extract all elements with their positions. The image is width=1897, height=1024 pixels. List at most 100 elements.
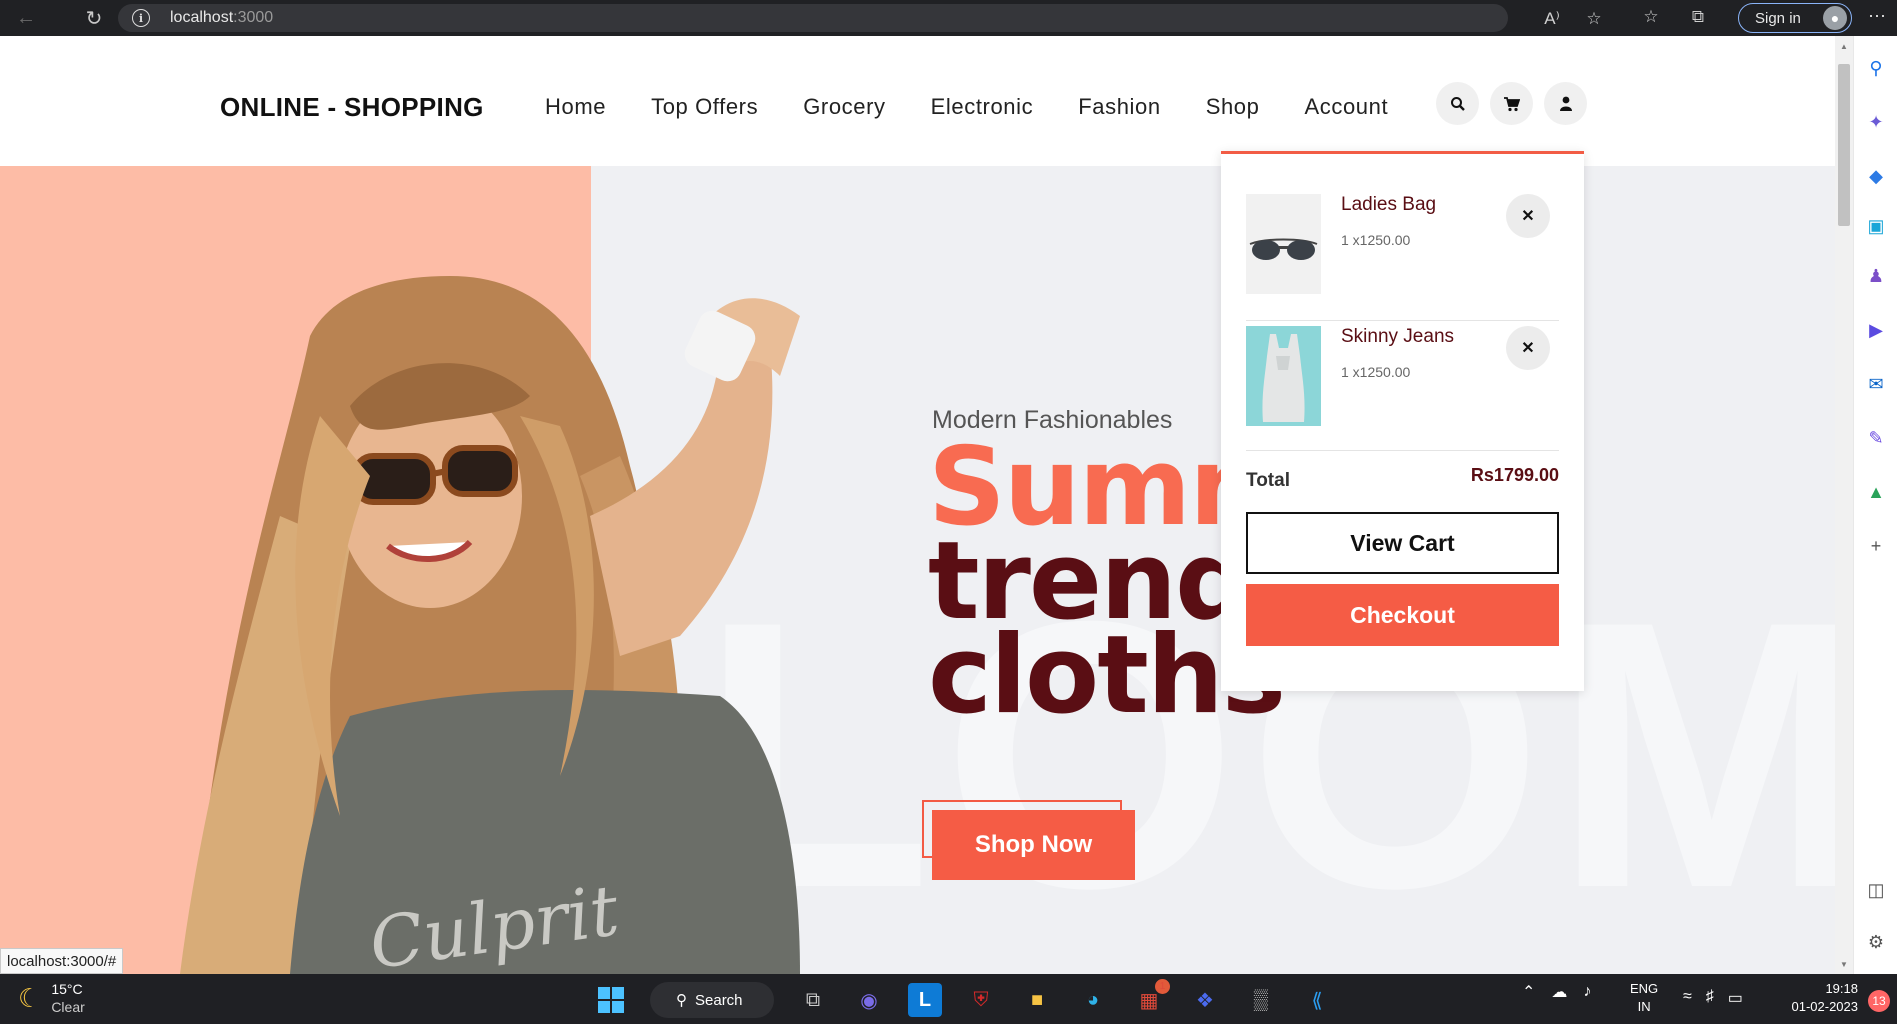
browser-toolbar: ← ↻ i localhost:3000 A⁾ ☆ ☆ ⧉ Sign in ● …	[0, 0, 1897, 36]
windows-taskbar: ☾ 15°C Clear ⚲ Search ⧉ ◉ L ⛨ ■ ◕ ▦ 1 ❖ ▒…	[0, 974, 1897, 1024]
view-cart-button[interactable]: View Cart	[1246, 512, 1559, 574]
divider	[1246, 450, 1559, 451]
tools-briefcase-icon[interactable]: ▣	[1864, 214, 1888, 238]
weather-temp: 15°C	[51, 981, 83, 997]
file-explorer-icon[interactable]: ■	[1020, 983, 1054, 1017]
user-icon[interactable]	[1544, 82, 1587, 125]
cart-item-qty: 1 x1250.00	[1341, 364, 1411, 380]
back-arrow-icon[interactable]: ←	[12, 4, 40, 32]
cart-item: Skinny Jeans 1 x1250.00 ✕	[1246, 326, 1559, 436]
search-icon[interactable]: ⚲	[1864, 56, 1888, 80]
browser-actions: ☆ ⧉	[1640, 6, 1709, 28]
teams-chat-icon[interactable]: ◉	[852, 983, 886, 1017]
cart-total-label: Total	[1246, 470, 1290, 491]
shopping-tag-icon[interactable]: ◆	[1864, 164, 1888, 188]
settings-gear-icon[interactable]: ⚙	[1864, 930, 1888, 954]
store-badge: 1	[1155, 979, 1170, 994]
nav-top-offers[interactable]: Top Offers	[651, 94, 758, 120]
scroll-up-arrow-icon[interactable]: ▲	[1835, 38, 1853, 54]
site-logo[interactable]: ONLINE - SHOPPING	[220, 92, 484, 123]
browser-side-panel: ⚲ ✦ ◆ ▣ ♟ ▶ ✉ ✎ ▲ + ◫ ⚙	[1853, 36, 1897, 974]
remove-item-close-icon[interactable]: ✕	[1506, 326, 1550, 370]
webex-icon[interactable]: ❖	[1188, 983, 1222, 1017]
outlook-icon[interactable]: ✉	[1864, 372, 1888, 396]
read-aloud-icon[interactable]: A⁾	[1541, 8, 1563, 30]
microsoft-store-icon[interactable]: ▦ 1	[1132, 979, 1170, 1017]
url-text: localhost:3000	[170, 9, 274, 26]
shop-now-button[interactable]: Shop Now	[932, 810, 1135, 880]
nav-home[interactable]: Home	[545, 94, 606, 120]
collections-icon[interactable]: ⧉	[1687, 6, 1709, 28]
product-thumbnail-top	[1246, 326, 1321, 426]
terminal-icon[interactable]: ▒	[1244, 983, 1278, 1017]
weather-widget[interactable]: ☾ 15°C Clear	[18, 980, 85, 1016]
windows-start-icon[interactable]	[594, 983, 628, 1017]
battery-icon: ▭	[1727, 990, 1743, 1007]
clock-date: 01-02-2023	[1791, 999, 1859, 1014]
address-bar[interactable]: i localhost:3000	[118, 4, 1508, 32]
weather-condition: Clear	[51, 999, 85, 1015]
wifi-icon: ≈	[1683, 988, 1692, 1005]
language-indicator[interactable]: ENG IN	[1630, 980, 1658, 1016]
nav-electronic[interactable]: Electronic	[931, 94, 1034, 120]
checkout-button[interactable]: Checkout	[1246, 584, 1559, 646]
add-favorite-icon[interactable]: ☆	[1583, 8, 1605, 30]
l-app-icon[interactable]: L	[908, 983, 942, 1017]
product-thumbnail-sunglasses	[1246, 194, 1321, 294]
notification-badge[interactable]: 13	[1868, 990, 1890, 1012]
region-code: IN	[1637, 999, 1651, 1014]
scroll-thumb[interactable]	[1838, 64, 1850, 226]
tree-icon[interactable]: ▲	[1864, 480, 1888, 504]
vscode-icon[interactable]: ⟪	[1300, 983, 1334, 1017]
site-info-icon[interactable]: i	[132, 9, 150, 27]
add-icon[interactable]: +	[1864, 534, 1888, 558]
taskbar-search[interactable]: ⚲ Search	[650, 982, 774, 1018]
cart-dropdown: Ladies Bag 1 x1250.00 ✕ Skinny Jeans 1 x…	[1221, 151, 1584, 691]
cart-item: Ladies Bag 1 x1250.00 ✕	[1246, 194, 1559, 304]
address-bar-actions: A⁾ ☆	[1541, 8, 1605, 30]
task-view-icon[interactable]: ⧉	[796, 983, 830, 1017]
page-scrollbar[interactable]: ▲ ▼	[1835, 36, 1853, 974]
nav-fashion[interactable]: Fashion	[1078, 94, 1160, 120]
main-nav: Home Top Offers Grocery Electronic Fashi…	[545, 94, 1433, 120]
language-code: ENG	[1630, 981, 1659, 996]
nav-account[interactable]: Account	[1304, 94, 1388, 120]
cart-item-qty: 1 x1250.00	[1341, 232, 1411, 248]
drop-icon[interactable]: ✎	[1864, 426, 1888, 450]
favorites-icon[interactable]: ☆	[1640, 6, 1662, 28]
show-hidden-icons-chevron-up-icon[interactable]: ⌃	[1522, 982, 1535, 1002]
moon-icon: ☾	[18, 982, 42, 1013]
search-icon[interactable]	[1436, 82, 1479, 125]
microphone-icon[interactable]: ♪	[1583, 983, 1591, 1001]
nav-shop[interactable]: Shop	[1206, 94, 1260, 120]
taskbar-search-label: Search	[695, 991, 743, 1009]
volume-icon: ♯	[1705, 988, 1714, 1005]
copilot-sparkle-icon[interactable]: ✦	[1864, 110, 1888, 134]
cart-item-name[interactable]: Skinny Jeans	[1341, 326, 1454, 348]
reload-icon[interactable]: ↻	[80, 4, 108, 32]
hide-sidebar-icon[interactable]: ◫	[1864, 878, 1888, 902]
onedrive-cloud-icon[interactable]: ☁	[1551, 982, 1567, 1002]
nav-grocery[interactable]: Grocery	[803, 94, 885, 120]
sign-in-label: Sign in	[1755, 9, 1801, 27]
sign-in-button[interactable]: Sign in ●	[1738, 3, 1852, 33]
scroll-down-arrow-icon[interactable]: ▼	[1835, 956, 1853, 972]
cart-item-name[interactable]: Ladies Bag	[1341, 194, 1436, 216]
games-icon[interactable]: ♟	[1864, 264, 1888, 288]
clock[interactable]: 19:18 01-02-2023	[1783, 980, 1859, 1016]
cart-total-value: Rs1799.00	[1470, 465, 1559, 485]
edge-browser-icon[interactable]: ◕	[1076, 983, 1110, 1017]
taskbar-apps: ⚲ Search ⧉ ◉ L ⛨ ■ ◕ ▦ 1 ❖ ▒ ⟪	[594, 979, 1334, 1018]
microsoft-365-icon[interactable]: ▶	[1864, 318, 1888, 342]
remove-item-close-icon[interactable]: ✕	[1506, 194, 1550, 238]
quick-settings[interactable]: ≈ ♯ ▭	[1683, 988, 1743, 1008]
hero-model-image: Culprit	[180, 276, 800, 974]
search-icon: ⚲	[676, 992, 687, 1009]
link-status-tooltip: localhost:3000/#	[0, 948, 124, 974]
more-menu-icon[interactable]: ⋯	[1868, 6, 1886, 27]
profile-avatar-icon: ●	[1823, 6, 1847, 30]
system-tray: ⌃ ☁ ♪	[1522, 982, 1591, 1002]
mcafee-shield-icon[interactable]: ⛨	[964, 983, 998, 1017]
cart-icon[interactable]	[1490, 82, 1533, 125]
page-viewport: LOOM Culprit Modern Fashionables Summer …	[0, 36, 1835, 974]
